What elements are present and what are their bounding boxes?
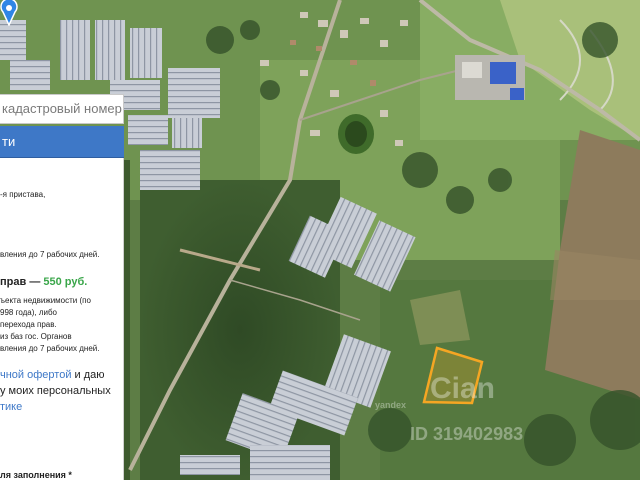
- offer-line: чной офертой и даю: [0, 368, 105, 383]
- map-pin-icon[interactable]: [0, 0, 18, 26]
- delivery-text-1: вления до 7 рабочих дней.: [0, 250, 100, 259]
- map-watermark-large: Cian: [430, 372, 496, 405]
- rights-title: прав: [0, 276, 27, 288]
- offer-tail: и даю: [71, 369, 105, 381]
- info-panel: -я пристава, вления до 7 рабочих дней. п…: [0, 158, 124, 480]
- offer-link[interactable]: чной офертой: [0, 369, 71, 381]
- transfer-line: перехода прав.: [0, 320, 57, 329]
- search-button-label: ти: [2, 134, 16, 149]
- databases-line: из баз гос. Органов: [0, 332, 72, 341]
- map-watermark-small: yandex: [375, 400, 407, 410]
- personal-data-line: у моих персональных: [0, 385, 111, 397]
- search-button[interactable]: ти: [0, 126, 124, 158]
- delivery-text-2: вления до 7 рабочих дней.: [0, 344, 100, 353]
- object-line: ъекта недвижимости (по: [0, 296, 91, 305]
- rights-price: 550 руб.: [43, 276, 88, 288]
- policy-link[interactable]: тике: [0, 400, 22, 415]
- required-fields-label: ля заполнения *: [0, 470, 72, 480]
- search-placeholder: кадастровый номер: [2, 101, 122, 116]
- year-line: 998 года), либо: [0, 308, 57, 317]
- map-watermark-id: ID 319402983: [410, 424, 524, 444]
- rights-price-row: прав — 550 руб.: [0, 276, 87, 288]
- cadastral-number-input[interactable]: кадастровый номер: [0, 94, 124, 124]
- rights-dash: —: [29, 276, 41, 288]
- bailiff-text: -я пристава,: [0, 190, 46, 199]
